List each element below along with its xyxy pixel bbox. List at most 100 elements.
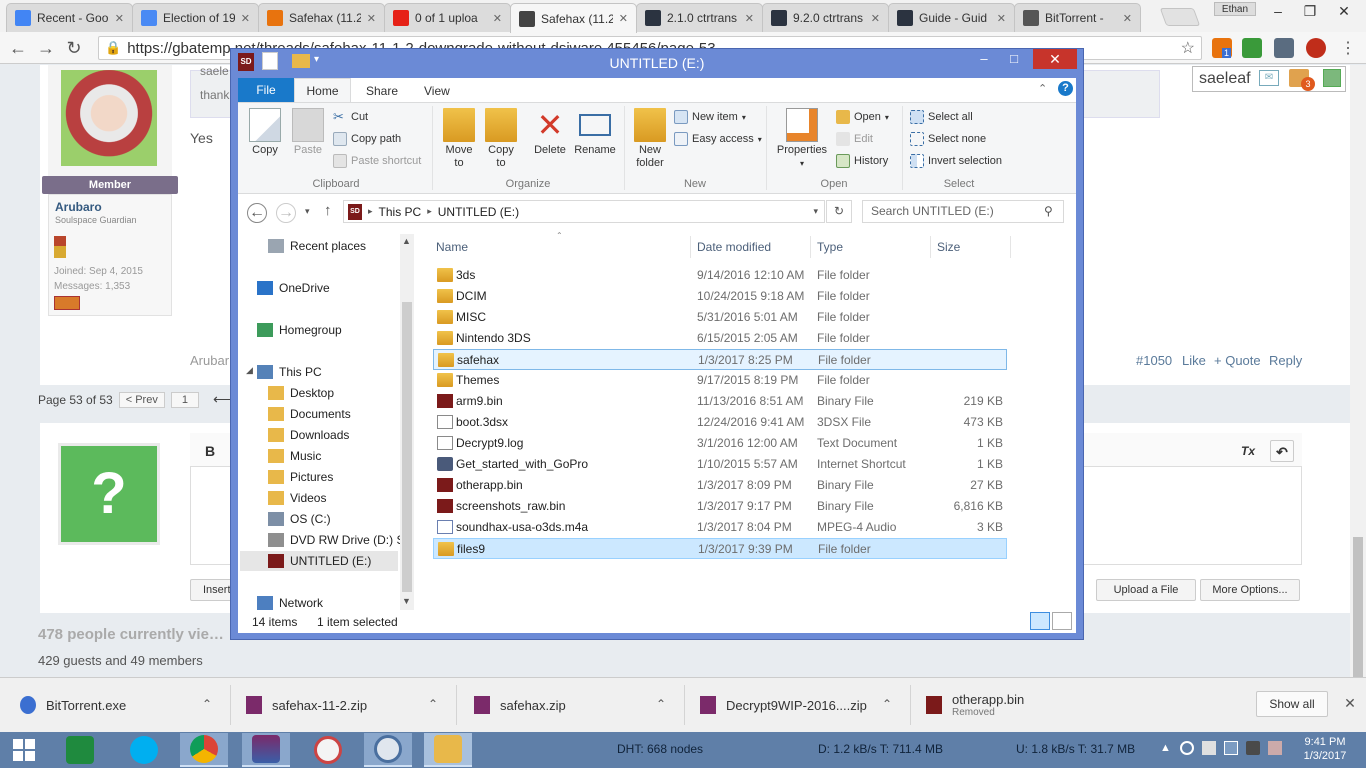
details-view-icon[interactable] <box>1030 612 1050 630</box>
bookmark-star-icon[interactable]: ☆ <box>1181 38 1201 58</box>
breadcrumb-chevron-icon[interactable]: ▸ <box>427 206 432 217</box>
close-tab-icon[interactable]: ✕ <box>1123 12 1132 25</box>
explorer-forward-icon[interactable]: → <box>276 203 296 223</box>
copy-to-button[interactable]: Copy to <box>484 108 518 170</box>
fire-extension-icon[interactable] <box>1306 38 1326 58</box>
nav-scroll-down-icon[interactable]: ▼ <box>402 596 411 606</box>
new-item-button[interactable]: New item ▾ <box>674 108 746 126</box>
expand-chevron-icon[interactable]: ◢ <box>246 365 253 376</box>
close-window-icon[interactable]: ✕ <box>1328 2 1360 20</box>
poster-username[interactable]: Arubaro <box>55 200 102 214</box>
system-clock[interactable]: 9:41 PM 1/3/2017 <box>1290 735 1360 763</box>
tab-file[interactable]: File <box>238 78 294 102</box>
nav-item[interactable]: Music <box>268 446 321 466</box>
address-dropdown-icon[interactable]: ▾ <box>813 206 824 217</box>
copy-path-button[interactable]: Copy path <box>333 130 401 148</box>
column-header-name[interactable]: Name <box>436 240 468 254</box>
browser-tab[interactable]: 0 of 1 uploa ✕ <box>384 3 511 32</box>
file-row[interactable]: Get_started_with_GoPro 1/10/2015 5:57 AM I… <box>433 454 1007 475</box>
close-tab-icon[interactable]: ✕ <box>367 12 376 25</box>
large-icons-view-icon[interactable] <box>1052 612 1072 630</box>
nav-item[interactable]: Recent places <box>268 236 366 256</box>
reload-icon[interactable]: ↻ <box>62 36 86 60</box>
forward-arrow-icon[interactable]: → <box>34 36 58 60</box>
close-tab-icon[interactable]: ✕ <box>997 12 1006 25</box>
file-row[interactable]: Decrypt9.log 3/1/2016 12:00 AM Text Docume… <box>433 433 1007 454</box>
chrome-icon[interactable] <box>180 733 228 767</box>
nav-item[interactable]: Pictures <box>268 467 333 487</box>
download-options-chevron-icon[interactable]: ⌃ <box>656 697 666 711</box>
close-tab-icon[interactable]: ✕ <box>241 12 250 25</box>
download-options-chevron-icon[interactable]: ⌃ <box>428 697 438 711</box>
itunes-icon[interactable] <box>304 733 352 767</box>
paste-button[interactable]: Paste <box>290 108 326 157</box>
history-button[interactable]: History <box>836 152 888 170</box>
skype-icon[interactable] <box>120 733 168 767</box>
reply-link[interactable]: Reply <box>1269 353 1302 368</box>
browser-tab[interactable]: BitTorrent - ✕ <box>1014 3 1141 32</box>
browser-tab[interactable]: Recent - Goo ✕ <box>6 3 133 32</box>
browser-tab[interactable]: Election of 19 ✕ <box>132 3 259 32</box>
nav-item[interactable]: Downloads <box>268 425 349 445</box>
nav-item[interactable]: Desktop <box>268 383 334 403</box>
nav-scroll-up-icon[interactable]: ▲ <box>402 236 411 246</box>
file-row[interactable]: otherapp.bin 1/3/2017 8:09 PM Binary File 2… <box>433 475 1007 496</box>
file-row[interactable]: arm9.bin 11/13/2016 8:51 AM Binary File 219… <box>433 391 1007 412</box>
cut-button[interactable]: ✂ Cut <box>333 108 368 126</box>
nav-item[interactable]: DVD RW Drive (D:) SE <box>268 530 412 550</box>
bold-button[interactable]: B <box>198 440 222 462</box>
select-all-button[interactable]: Select all <box>910 108 973 126</box>
like-link[interactable]: Like <box>1182 353 1206 368</box>
easy-access-button[interactable]: Easy access ▾ <box>674 130 762 148</box>
file-row[interactable]: screenshots_raw.bin 1/3/2017 9:17 PM Binar… <box>433 496 1007 517</box>
explorer-refresh-icon[interactable]: ↻ <box>826 200 852 223</box>
more-options-button[interactable]: More Options... <box>1200 579 1300 601</box>
close-tab-icon[interactable]: ✕ <box>493 12 502 25</box>
column-separator[interactable] <box>810 236 811 258</box>
excel-icon[interactable] <box>56 733 104 767</box>
browser-tab[interactable]: Guide - Guid ✕ <box>888 3 1015 32</box>
picture-icon[interactable] <box>1323 69 1341 87</box>
tab-view[interactable]: View <box>424 84 450 98</box>
file-row[interactable]: MISC 5/31/2016 5:01 AM File folder <box>433 307 1007 328</box>
restore-icon[interactable]: ❐ <box>1294 2 1326 20</box>
browser-tab[interactable]: Safehax (11.2 ✕ <box>510 3 637 33</box>
new-tab-button[interactable] <box>1159 8 1201 26</box>
prev-page-button[interactable]: < Prev <box>118 391 165 408</box>
download-options-chevron-icon[interactable]: ⌃ <box>882 697 892 711</box>
open-button[interactable]: Open ▾ <box>836 108 889 126</box>
column-header-type[interactable]: Type <box>817 240 843 254</box>
recent-locations-icon[interactable]: ▾ <box>305 206 310 217</box>
quote-link[interactable]: + Quote <box>1214 353 1261 368</box>
nav-item[interactable]: Homegroup <box>257 320 342 340</box>
close-tab-icon[interactable]: ✕ <box>745 12 754 25</box>
quote-user[interactable]: saele <box>200 64 229 78</box>
show-all-downloads-button[interactable]: Show all <box>1256 691 1328 717</box>
browser-tab[interactable]: 9.2.0 ctrtrans ✕ <box>762 3 889 32</box>
delete-button[interactable]: ✕ Delete <box>532 108 568 157</box>
tab-home[interactable]: Home <box>294 78 351 103</box>
download-item[interactable]: safehax-11-2.zip <box>246 685 367 725</box>
nav-item[interactable]: Videos <box>268 488 326 508</box>
collapse-ribbon-icon[interactable]: ⌃ <box>1038 82 1047 95</box>
file-row[interactable]: soundhax-usa-o3ds.m4a 1/3/2017 8:04 PM MPE… <box>433 517 1007 538</box>
column-header-size[interactable]: Size <box>937 240 960 254</box>
file-explorer-taskbar-icon[interactable] <box>424 733 472 767</box>
winrar-icon[interactable] <box>242 733 290 767</box>
account-bar[interactable]: saeleaf ✉ 3 <box>1192 66 1346 92</box>
nav-item[interactable]: UNTITLED (E:) <box>240 551 398 571</box>
close-tab-icon[interactable]: ✕ <box>871 12 880 25</box>
explorer-minimize-icon[interactable]: – <box>970 49 998 69</box>
page-scrollbar[interactable] <box>1350 65 1366 697</box>
move-to-button[interactable]: Move to <box>442 108 476 170</box>
paste-shortcut-button[interactable]: Paste shortcut <box>333 152 421 170</box>
invert-selection-button[interactable]: Invert selection <box>910 152 1002 170</box>
download-item[interactable]: Decrypt9WIP-2016....zip <box>700 685 867 725</box>
nav-item[interactable]: OneDrive <box>257 278 330 298</box>
bittorrent-icon[interactable] <box>364 733 412 767</box>
rename-button[interactable]: Rename <box>574 108 616 157</box>
start-windows-icon[interactable] <box>0 733 48 767</box>
minimize-icon[interactable]: – <box>1262 2 1294 20</box>
browser-tab[interactable]: 2.1.0 ctrtrans ✕ <box>636 3 763 32</box>
tray-gpu-icon[interactable] <box>1246 741 1260 755</box>
